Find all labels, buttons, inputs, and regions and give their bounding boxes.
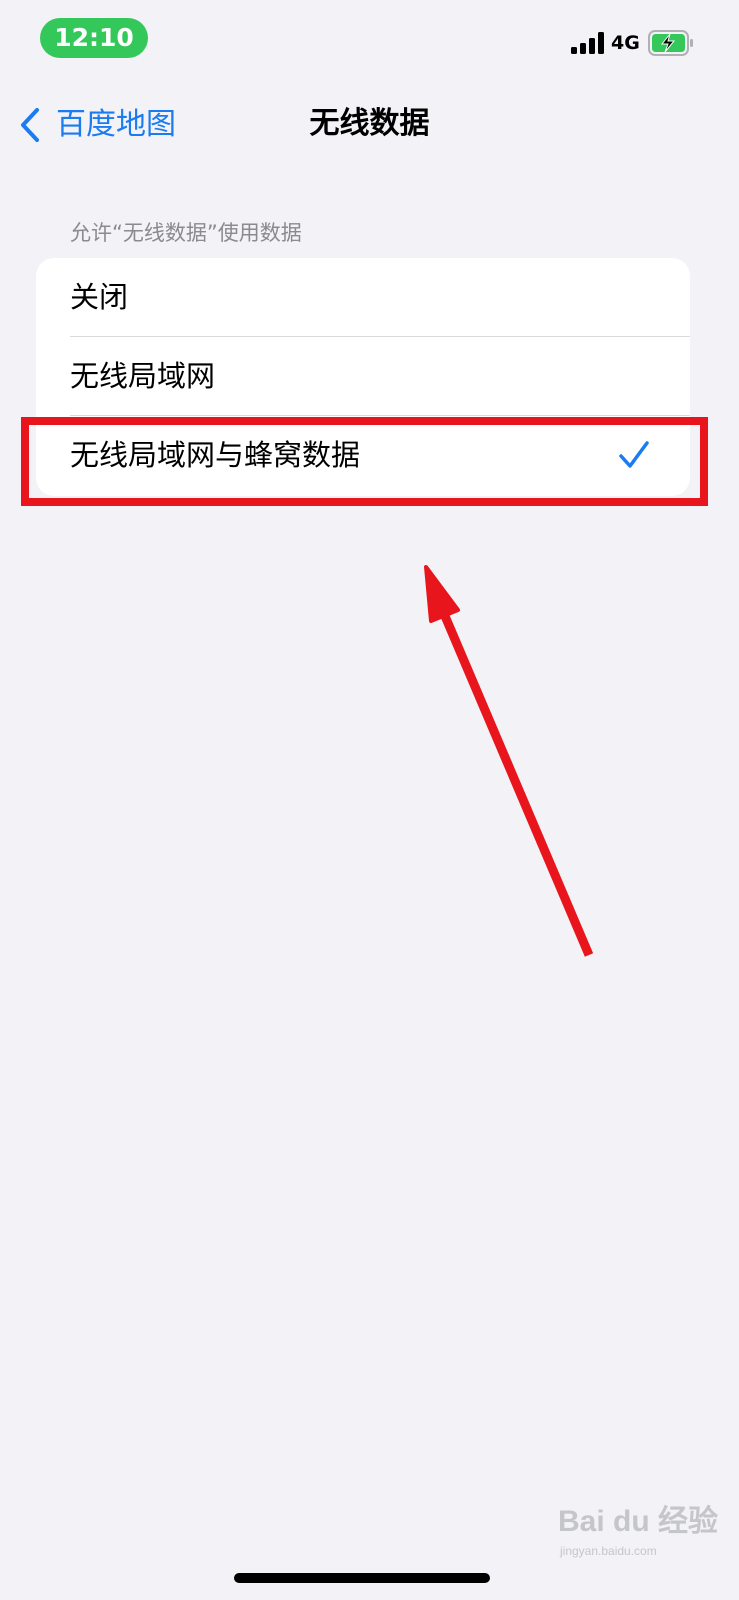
watermark-sub: jingyan.baidu.com — [560, 1544, 657, 1558]
data-usage-options: 关闭 无线局域网 无线局域网与蜂窝数据 — [36, 258, 690, 496]
section-header: 允许“无线数据”使用数据 — [70, 221, 302, 245]
option-off[interactable]: 关闭 — [36, 258, 690, 337]
page-title: 无线数据 — [309, 106, 430, 141]
status-bar: 12:10 4G — [0, 0, 739, 80]
home-indicator[interactable] — [234, 1573, 490, 1583]
option-label: 关闭 — [70, 280, 129, 314]
cellular-signal-icon — [571, 32, 604, 54]
battery-charging-icon — [648, 30, 693, 56]
option-wlan[interactable]: 无线局域网 — [36, 337, 690, 416]
status-time: 12:10 — [40, 18, 148, 58]
checkmark-icon — [619, 441, 649, 468]
network-type: 4G — [611, 32, 640, 54]
option-label: 无线局域网与蜂窝数据 — [70, 438, 361, 472]
baidu-watermark: Bai du 经验 jingyan.baidu.com — [558, 1500, 718, 1570]
watermark-main: Bai du 经验 — [558, 1505, 719, 1538]
navigation-bar: 百度地图 无线数据 — [0, 90, 739, 160]
option-label: 无线局域网 — [70, 359, 216, 393]
red-arrow-icon — [424, 565, 594, 957]
option-wlan-and-cellular[interactable]: 无线局域网与蜂窝数据 — [36, 416, 690, 495]
